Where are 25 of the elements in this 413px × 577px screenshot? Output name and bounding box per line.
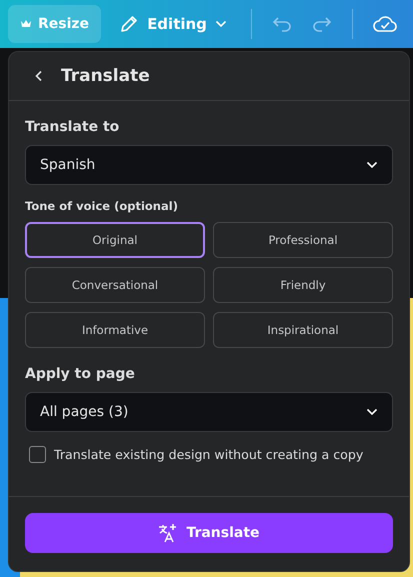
chevron-down-icon bbox=[366, 161, 378, 169]
page-select[interactable]: All pages (3) bbox=[25, 392, 393, 432]
section-label: Tone of voice (optional) bbox=[25, 199, 179, 213]
tone-option[interactable]: Informative bbox=[25, 312, 205, 348]
checkbox-label: Translate existing design without creating a copy bbox=[54, 447, 364, 462]
language-select[interactable]: Spanish bbox=[25, 145, 393, 185]
crown-icon bbox=[20, 19, 32, 29]
panel-title: Translate bbox=[61, 66, 150, 86]
chevron-down-icon bbox=[214, 20, 227, 28]
checkbox[interactable] bbox=[29, 446, 46, 463]
cloud-check-icon bbox=[372, 14, 397, 34]
chevron-down-icon bbox=[366, 408, 378, 416]
tone-option[interactable]: Inspirational bbox=[213, 312, 393, 348]
translate-icon bbox=[158, 523, 178, 543]
tone-option[interactable]: Professional bbox=[213, 222, 393, 258]
section-label: Apply to page bbox=[25, 366, 136, 382]
tone-option[interactable]: Original bbox=[25, 222, 205, 258]
redo-icon bbox=[312, 16, 332, 32]
translate-button[interactable]: Translate bbox=[25, 513, 393, 553]
section-label: Translate to bbox=[25, 119, 120, 135]
tone-option[interactable]: Conversational bbox=[25, 267, 205, 303]
chevron-left-icon bbox=[35, 70, 43, 82]
tone-option[interactable]: Friendly bbox=[213, 267, 393, 303]
undo-icon bbox=[272, 16, 292, 32]
pencil-icon bbox=[119, 14, 140, 34]
